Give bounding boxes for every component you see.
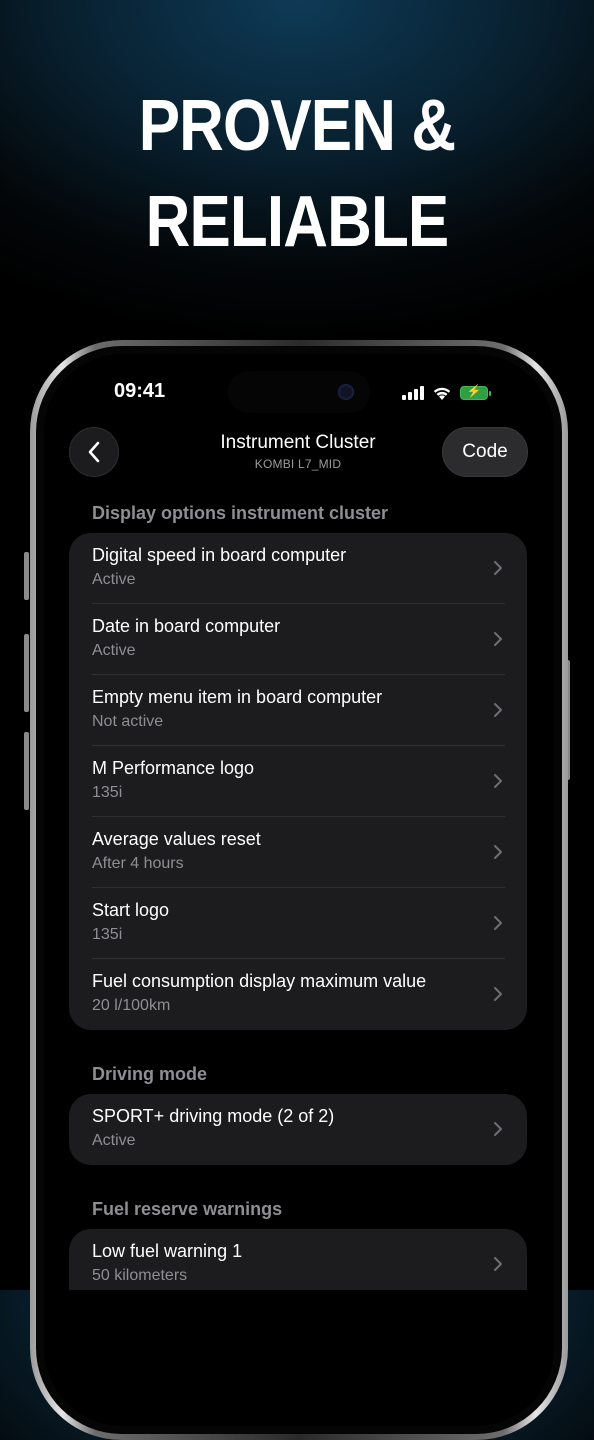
phone-volume-down-button [24,732,29,810]
list-item-value: 50 kilometers [92,1267,188,1284]
phone-volume-up-button [24,634,29,712]
list-item-title: Digital speed in board computer [92,545,347,565]
list-item-title: Date in board computer [92,616,281,636]
list-item-title: Start logo [92,900,170,920]
list-item-title: SPORT+ driving mode (2 of 2) [92,1106,335,1126]
headline: PROVEN & RELIABLE [42,78,553,270]
list-item-value: Active [92,571,136,588]
list-item-title: M Performance logo [92,758,255,778]
headline-line-2: RELIABLE [145,182,450,262]
list-item-empty-menu[interactable]: Empty menu item in board computer Not ac… [69,675,527,746]
settings-card-display-options: Digital speed in board computer Active D… [69,533,527,1030]
back-button[interactable] [69,427,119,477]
dynamic-island [228,371,370,413]
chevron-right-icon [494,1122,502,1136]
chevron-right-icon [494,774,502,788]
status-time: 09:41 [114,380,166,402]
wifi-icon [433,387,451,400]
list-item-start-logo[interactable]: Start logo 135i [69,888,527,959]
settings-card-fuel-reserve: Low fuel warning 1 50 kilometers [69,1229,527,1290]
settings-card-driving-mode: SPORT+ driving mode (2 of 2) Active [69,1094,527,1165]
page-title: Instrument Cluster [220,432,376,453]
chevron-left-icon [88,441,100,463]
chevron-right-icon [494,845,502,859]
section-header-fuel-reserve: Fuel reserve warnings [92,1199,283,1219]
list-item-digital-speed[interactable]: Digital speed in board computer Active [69,533,527,604]
chevron-right-icon [494,632,502,646]
list-item-date[interactable]: Date in board computer Active [69,604,527,675]
list-item-value: Not active [92,713,164,730]
list-item-m-performance-logo[interactable]: M Performance logo 135i [69,746,527,817]
chevron-right-icon [494,987,502,1001]
status-icons: ⚡ [402,383,491,403]
camera-icon [338,384,354,400]
list-item-title: Average values reset [92,829,261,849]
list-item-average-values-reset[interactable]: Average values reset After 4 hours [69,817,527,888]
section-header-driving-mode: Driving mode [92,1064,208,1084]
list-item-value: After 4 hours [92,855,184,872]
chevron-right-icon [494,561,502,575]
list-item-low-fuel-warning-1[interactable]: Low fuel warning 1 50 kilometers [69,1229,527,1290]
list-item-value: 20 l/100km [92,997,171,1014]
list-item-value: 135i [92,926,123,943]
chevron-right-icon [494,1257,502,1271]
list-item-title: Low fuel warning 1 [92,1241,243,1261]
battery-charging-icon: ⚡ [460,384,491,400]
section-header-display-options: Display options instrument cluster [92,503,389,523]
list-item-sport-plus-mode[interactable]: SPORT+ driving mode (2 of 2) Active [69,1094,527,1165]
phone-side-button [24,552,29,600]
headline-line-1: PROVEN & [138,86,456,166]
list-item-value: Active [92,1132,136,1149]
list-item-fuel-consumption-max[interactable]: Fuel consumption display maximum value 2… [69,959,527,1030]
signal-icon [402,386,424,400]
chevron-right-icon [494,703,502,717]
list-item-title: Fuel consumption display maximum value [92,971,427,991]
list-item-value: 135i [92,784,123,801]
list-item-title: Empty menu item in board computer [92,687,383,707]
list-item-value: Active [92,642,136,659]
code-button[interactable]: Code [442,427,528,477]
page-subtitle: KOMBI L7_MID [254,457,342,471]
chevron-right-icon [494,916,502,930]
